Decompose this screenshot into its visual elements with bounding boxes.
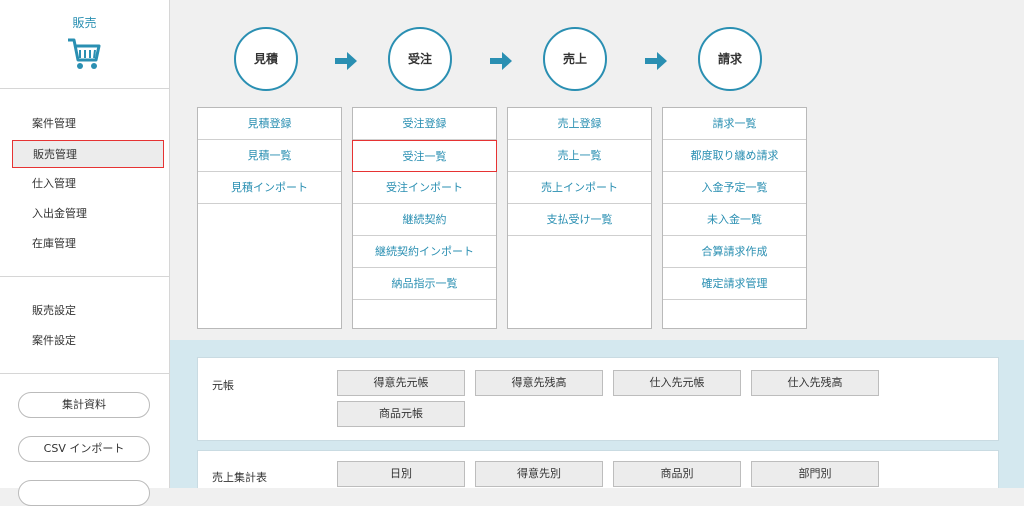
sidebar-item-anken-settei[interactable]: 案件設定 bbox=[12, 327, 164, 355]
sidebar-item-zaiko[interactable]: 在庫管理 bbox=[12, 230, 164, 258]
sidebar-divider bbox=[0, 88, 169, 89]
cart-icon bbox=[68, 38, 101, 69]
menu-juchu-ichiran[interactable]: 受注一覧 bbox=[352, 140, 497, 172]
sidebar-title: 販売 bbox=[72, 16, 97, 30]
menu-mitsumori-toroku[interactable]: 見積登録 bbox=[198, 108, 341, 140]
menu-gassan-seikyu-sakusei[interactable]: 合算請求作成 bbox=[663, 236, 806, 268]
nichibetsu-button[interactable]: 日別 bbox=[337, 461, 465, 487]
step-juchu: 受注 bbox=[388, 27, 452, 91]
shiiresaki-motocho-button[interactable]: 仕入先元帳 bbox=[613, 370, 741, 396]
menu-uriage-import[interactable]: 売上インポート bbox=[508, 172, 651, 204]
sidebar-divider bbox=[0, 373, 169, 374]
menu-keizoku-keiyaku[interactable]: 継続契約 bbox=[353, 204, 496, 236]
sidebar-divider bbox=[0, 276, 169, 277]
column-seikyu: 請求一覧 都度取り纏め請求 入金予定一覧 未入金一覧 合算請求作成 確定請求管理 bbox=[662, 107, 807, 329]
menu-tsudo-torimatome-seikyu[interactable]: 都度取り纏め請求 bbox=[663, 140, 806, 172]
step-seikyu: 請求 bbox=[698, 27, 762, 91]
sidebar-item-shiire[interactable]: 仕入管理 bbox=[12, 170, 164, 198]
ledger-label: 元帳 bbox=[212, 379, 234, 392]
sidebar-item-anken[interactable]: 案件管理 bbox=[12, 110, 164, 138]
csv-import-button[interactable]: CSV インポート bbox=[18, 436, 150, 462]
sidebar-item-hanbai[interactable]: 販売管理 bbox=[12, 140, 164, 168]
sidebar: 販売 案件管理 販売管理 仕入管理 入出金管理 在庫管理 販売設定 案件設定 集… bbox=[0, 0, 170, 506]
step-mitsumori: 見積 bbox=[234, 27, 298, 91]
menu-nyukin-yotei-ichiran[interactable]: 入金予定一覧 bbox=[663, 172, 806, 204]
bumon-betsu-button[interactable]: 部門別 bbox=[751, 461, 879, 487]
menu-shiharai-uke-ichiran[interactable]: 支払受け一覧 bbox=[508, 204, 651, 236]
menu-mitsumori-import[interactable]: 見積インポート bbox=[198, 172, 341, 204]
column-juchu: 受注登録 受注一覧 受注インポート 継続契約 継続契約インポート 納品指示一覧 bbox=[352, 107, 497, 329]
shohin-motocho-button[interactable]: 商品元帳 bbox=[337, 401, 465, 427]
sidebar-item-nyushukkin[interactable]: 入出金管理 bbox=[12, 200, 164, 228]
sidebar-item-hanbai-settei[interactable]: 販売設定 bbox=[12, 297, 164, 325]
menu-uriage-toroku[interactable]: 売上登録 bbox=[508, 108, 651, 140]
menu-minyukin-ichiran[interactable]: 未入金一覧 bbox=[663, 204, 806, 236]
menu-kakutei-seikyu-kanri[interactable]: 確定請求管理 bbox=[663, 268, 806, 300]
step-uriage: 売上 bbox=[543, 27, 607, 91]
column-mitsumori: 見積登録 見積一覧 見積インポート bbox=[197, 107, 342, 329]
menu-juchu-toroku[interactable]: 受注登録 bbox=[353, 108, 496, 140]
shohin-betsu-button[interactable]: 商品別 bbox=[613, 461, 741, 487]
menu-uriage-ichiran[interactable]: 売上一覧 bbox=[508, 140, 651, 172]
menu-juchu-import[interactable]: 受注インポート bbox=[353, 172, 496, 204]
summary-data-button[interactable]: 集計資料 bbox=[18, 392, 150, 418]
sales-summary-panel: 売上集計表 日別 得意先別 商品別 部門別 bbox=[197, 450, 999, 488]
menu-keizoku-keiyaku-import[interactable]: 継続契約インポート bbox=[353, 236, 496, 268]
arrow-right-icon bbox=[490, 52, 512, 70]
column-uriage: 売上登録 売上一覧 売上インポート 支払受け一覧 bbox=[507, 107, 652, 329]
ledger-panel: 元帳 得意先元帳 得意先残高 仕入先元帳 仕入先残高 商品元帳 bbox=[197, 357, 999, 441]
sales-summary-label: 売上集計表 bbox=[212, 471, 267, 484]
menu-seikyu-ichiran[interactable]: 請求一覧 bbox=[663, 108, 806, 140]
menu-nohin-shiji-ichiran[interactable]: 納品指示一覧 bbox=[353, 268, 496, 300]
arrow-right-icon bbox=[335, 52, 357, 70]
arrow-right-icon bbox=[645, 52, 667, 70]
menu-mitsumori-ichiran[interactable]: 見積一覧 bbox=[198, 140, 341, 172]
shiiresaki-zandaka-button[interactable]: 仕入先残高 bbox=[751, 370, 879, 396]
tokuisaki-zandaka-button[interactable]: 得意先残高 bbox=[475, 370, 603, 396]
tokuisaki-betsu-button[interactable]: 得意先別 bbox=[475, 461, 603, 487]
tokuisaki-motocho-button[interactable]: 得意先元帳 bbox=[337, 370, 465, 396]
sidebar-button-partial[interactable] bbox=[18, 480, 150, 506]
